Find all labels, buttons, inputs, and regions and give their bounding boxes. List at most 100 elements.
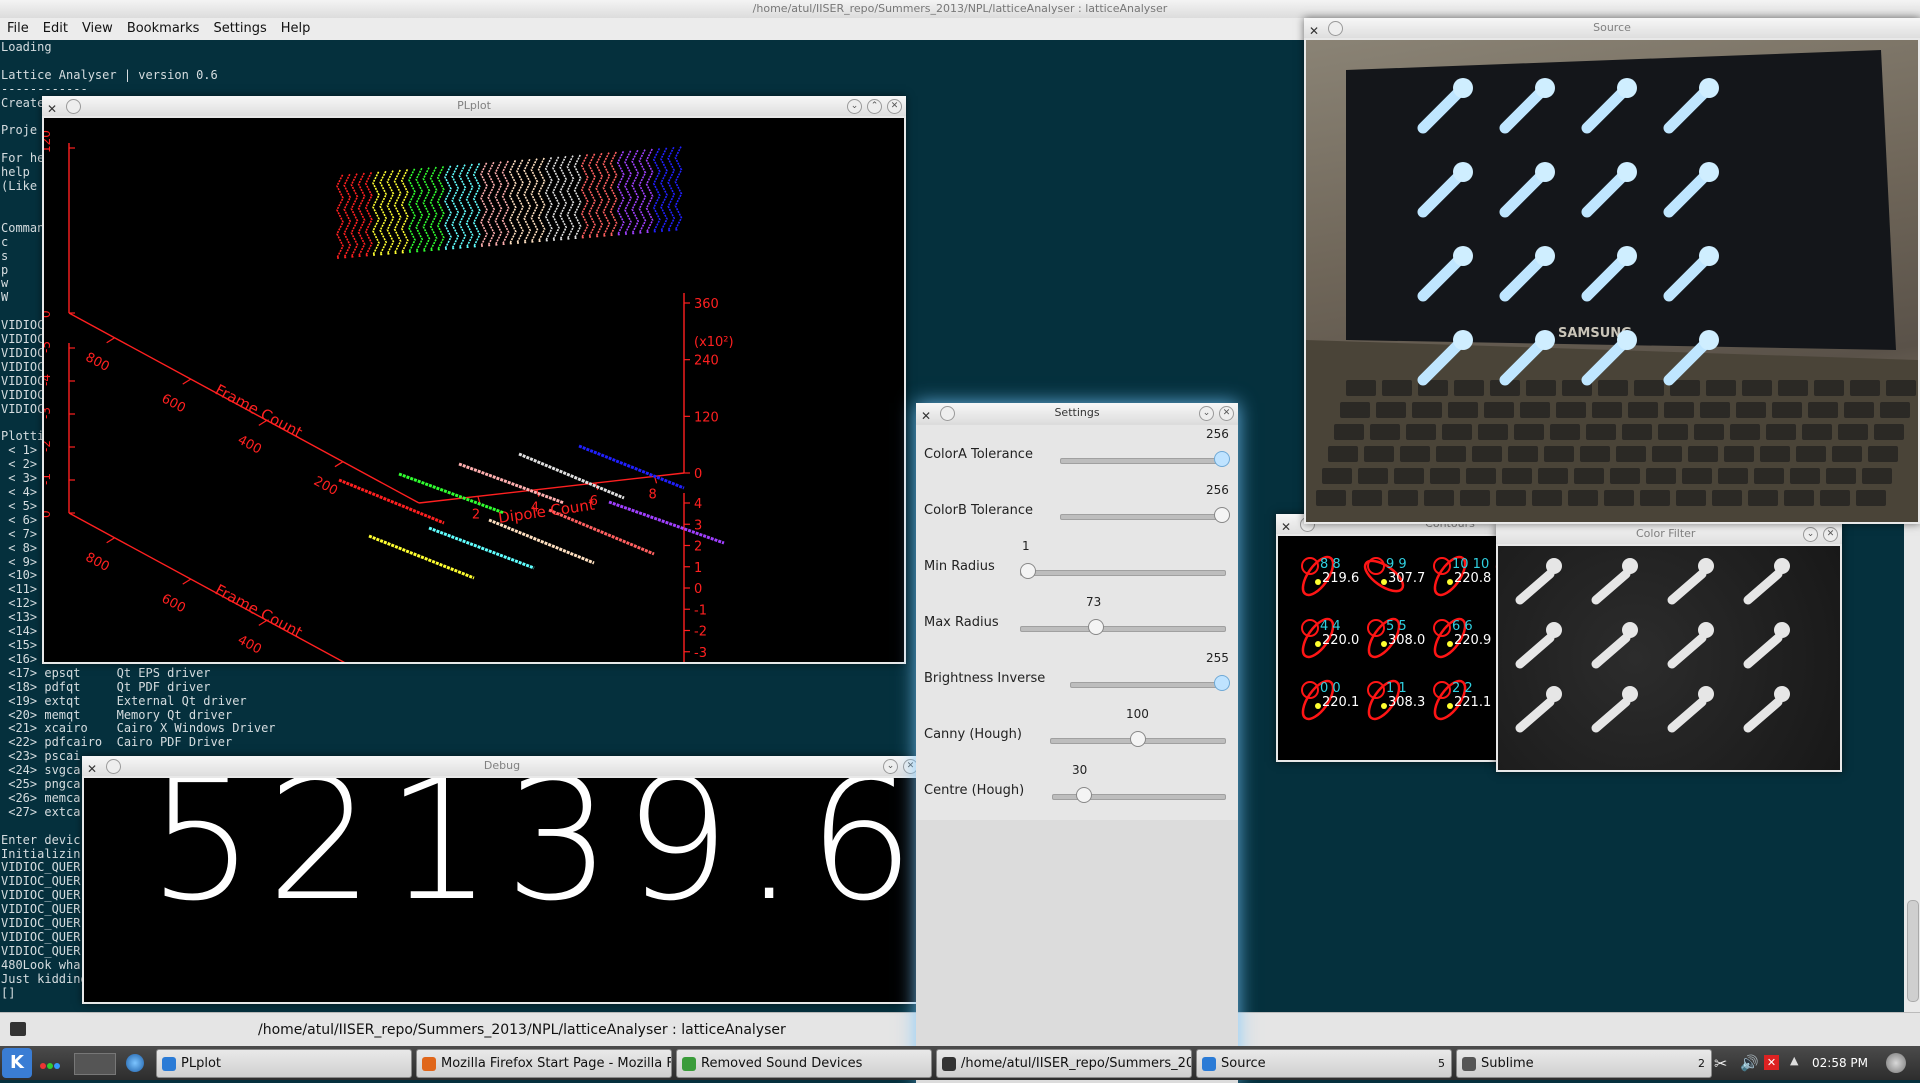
dipole-ball (1617, 162, 1637, 182)
series-line (549, 510, 654, 554)
slider-track[interactable] (1060, 458, 1226, 464)
keyboard-key (1394, 468, 1424, 484)
slider-value: 255 (1206, 651, 1229, 665)
menu-icon[interactable] (1328, 21, 1343, 36)
task-sound-devices[interactable]: Removed Sound Devices (676, 1049, 932, 1078)
dipole-bar (1596, 638, 1626, 664)
series-trace (654, 148, 660, 232)
close-icon[interactable]: ✕ (1219, 406, 1234, 421)
keyboard-key (1766, 424, 1796, 440)
task-icon (162, 1057, 176, 1071)
kde-menu-icon[interactable]: K (2, 1048, 32, 1078)
slider-handle[interactable] (1214, 451, 1230, 467)
menu-icon[interactable] (66, 99, 81, 114)
dipole-bar (1596, 574, 1626, 600)
volume-icon[interactable]: 🔊 (1740, 1054, 1759, 1072)
slider-handle[interactable] (1088, 619, 1104, 635)
slider-value: 100 (1126, 707, 1149, 721)
keyboard-key (1814, 380, 1844, 396)
minimize-icon[interactable]: ⌄ (1803, 527, 1818, 542)
cashew-icon[interactable] (1886, 1053, 1906, 1073)
settings-title: Settings (1054, 406, 1099, 419)
keyboard-key (1460, 490, 1490, 506)
series-trace (524, 158, 530, 242)
contour-id: 4 4 (1320, 619, 1341, 634)
color-filter-window: Color Filter ⌄ ✕ (1496, 524, 1842, 772)
series-trace (366, 172, 372, 256)
slider-handle[interactable] (1076, 787, 1092, 803)
tray-expand-icon[interactable]: ▲ (1790, 1054, 1798, 1067)
dipole-ball (1699, 330, 1719, 350)
series-trace (495, 161, 501, 245)
pager-icon[interactable] (74, 1053, 116, 1075)
slider-track[interactable] (1020, 570, 1226, 576)
keyboard-key (1832, 446, 1862, 462)
color-filter-titlebar[interactable]: Color Filter ⌄ ✕ (1496, 524, 1842, 544)
scissors-icon[interactable]: ✂ (1714, 1054, 1727, 1073)
terminal-tab-icon (10, 1022, 26, 1036)
keyboard-key (1856, 490, 1886, 506)
menu-bookmarks[interactable]: Bookmarks (120, 18, 207, 40)
source-window: ✕ Source SAMSUNG (1304, 18, 1920, 524)
menu-edit[interactable]: Edit (36, 18, 75, 40)
maximize-icon[interactable]: ⌃ (867, 99, 882, 114)
source-titlebar[interactable]: ✕ Source (1304, 18, 1920, 38)
z-tick-label: -3 (694, 646, 707, 661)
minimize-icon[interactable]: ⌄ (847, 99, 862, 114)
activity-icon[interactable] (40, 1058, 62, 1068)
dipole-ball (1617, 78, 1637, 98)
slider-handle[interactable] (1020, 563, 1036, 579)
slider-track[interactable] (1070, 682, 1226, 688)
terminal-line: <17> epsqt Qt EPS driver (1, 667, 276, 681)
menu-icon[interactable] (940, 406, 955, 421)
dipole-ball (1453, 246, 1473, 266)
keyboard-key (1376, 402, 1406, 418)
task-konsole[interactable]: /home/atul/IISER_repo/Summers_20 (936, 1049, 1192, 1078)
slider-handle[interactable] (1130, 731, 1146, 747)
plplot-titlebar[interactable]: ✕ PLplot ⌄ ⌃ ✕ (42, 96, 906, 116)
z-tick-label: 360 (694, 297, 719, 312)
keyboard-key (1502, 468, 1532, 484)
close-icon[interactable]: ✕ (887, 99, 902, 114)
slider-handle[interactable] (1214, 507, 1230, 523)
series-trace (639, 149, 645, 233)
terminal-line: <20> memqt Memory Qt driver (1, 709, 276, 723)
keyboard-key (1868, 446, 1898, 462)
browser-launcher-icon[interactable] (126, 1054, 144, 1072)
network-disconnected-icon[interactable]: ✕ (1764, 1055, 1779, 1070)
slider-track[interactable] (1060, 514, 1226, 520)
keyboard-key (1790, 468, 1820, 484)
minimize-icon[interactable]: ⌄ (1199, 406, 1214, 421)
keyboard-key (1532, 490, 1562, 506)
konsole-tab-label[interactable]: /home/atul/IISER_repo/Summers_2013/NPL/l… (258, 1013, 786, 1047)
keyboard-key (1742, 380, 1772, 396)
slider-handle[interactable] (1214, 675, 1230, 691)
settings-titlebar[interactable]: ✕ Settings ⌄ ✕ (916, 403, 1238, 423)
close-icon[interactable]: ✕ (1823, 527, 1838, 542)
slider-track[interactable] (1020, 626, 1226, 632)
debug-titlebar[interactable]: ✕ Debug ⌄ ✕ (82, 756, 922, 776)
keyboard-key (1454, 380, 1484, 396)
z-tick-label: 0 (694, 467, 702, 482)
menu-file[interactable]: File (0, 18, 36, 40)
keyboard-key (1652, 446, 1682, 462)
minimize-icon[interactable]: ⌄ (883, 759, 898, 774)
menu-help[interactable]: Help (274, 18, 318, 40)
keyboard-key (1616, 446, 1646, 462)
menu-settings[interactable]: Settings (206, 18, 273, 40)
clock[interactable]: 02:58 PM (1812, 1056, 1868, 1070)
menu-icon[interactable] (106, 759, 121, 774)
keyboard-key (1574, 468, 1604, 484)
contour-id: 5 5 (1386, 619, 1407, 634)
task-sublime[interactable]: Sublime2 (1456, 1049, 1712, 1078)
task-source[interactable]: Source5 (1196, 1049, 1452, 1078)
menu-view[interactable]: View (75, 18, 120, 40)
scrollbar-thumb[interactable] (1907, 900, 1919, 1002)
task-firefox[interactable]: Mozilla Firefox Start Page - Mozilla Fi (416, 1049, 672, 1078)
y-tick-label: 200 (311, 474, 340, 499)
contour-value: 307.7 (1388, 571, 1425, 586)
keyboard-key (1406, 424, 1436, 440)
keyboard-key (1838, 424, 1868, 440)
series-trace (474, 163, 480, 247)
task-plplot[interactable]: PLplot (156, 1049, 412, 1078)
